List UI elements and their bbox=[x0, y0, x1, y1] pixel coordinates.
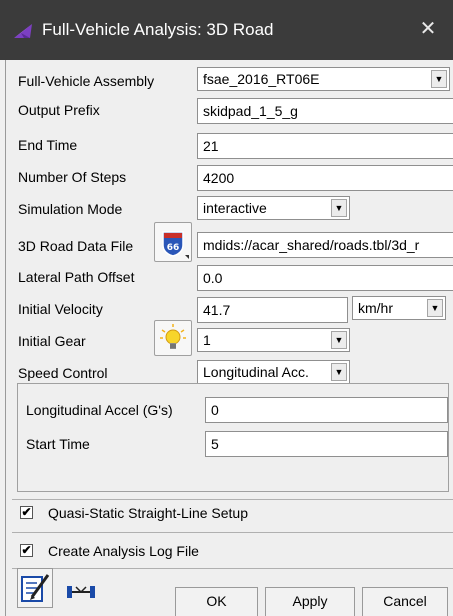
cancel-button[interactable]: Cancel bbox=[362, 587, 448, 616]
chevron-down-icon[interactable]: ▼ bbox=[331, 363, 347, 381]
adams-car-icon bbox=[14, 24, 32, 38]
lightbulb-icon bbox=[160, 324, 186, 349]
output-prefix-field[interactable]: skidpad_1_5_g bbox=[197, 98, 453, 124]
lateral-path-offset-field[interactable]: 0.0 bbox=[197, 265, 453, 291]
end-time-field[interactable]: 21 bbox=[197, 133, 453, 159]
chevron-down-icon[interactable]: ▼ bbox=[331, 199, 347, 217]
vehicle-button[interactable] bbox=[62, 568, 98, 608]
lateral-path-offset-label: Lateral Path Offset bbox=[18, 269, 135, 285]
road-data-file-label: 3D Road Data File bbox=[18, 238, 134, 254]
speed-control-label: Speed Control bbox=[18, 365, 108, 381]
vehicle-icon bbox=[67, 586, 95, 598]
number-of-steps-field[interactable]: 4200 bbox=[197, 165, 453, 191]
initial-velocity-field[interactable]: 41.7 bbox=[197, 297, 348, 323]
apply-button[interactable]: Apply bbox=[265, 587, 355, 616]
quasi-static-checkbox[interactable]: ✔ bbox=[20, 506, 33, 519]
chevron-down-icon[interactable]: ▼ bbox=[331, 331, 347, 349]
speed-control-select[interactable]: Longitudinal Acc. ▼ bbox=[197, 360, 350, 384]
start-time-label: Start Time bbox=[26, 436, 90, 452]
initial-gear-label: Initial Gear bbox=[18, 333, 86, 349]
title-bar: Full-Vehicle Analysis: 3D Road ✕ bbox=[0, 0, 453, 60]
window-title: Full-Vehicle Analysis: 3D Road bbox=[42, 20, 274, 39]
initial-gear-value: 1 bbox=[203, 332, 211, 348]
simulation-mode-label: Simulation Mode bbox=[18, 201, 123, 217]
create-log-checkbox[interactable]: ✔ bbox=[20, 544, 33, 557]
velocity-unit-select[interactable]: km/hr ▼ bbox=[352, 296, 446, 320]
output-prefix-label: Output Prefix bbox=[18, 102, 100, 118]
assembly-select[interactable]: fsae_2016_RT06E ▼ bbox=[197, 67, 450, 91]
road-file-browse-icon: 66 bbox=[162, 231, 189, 259]
quasi-static-label: Quasi-Static Straight-Line Setup bbox=[48, 505, 248, 521]
assembly-label: Full-Vehicle Assembly bbox=[18, 73, 155, 89]
initial-gear-select[interactable]: 1 ▼ bbox=[197, 328, 350, 352]
assembly-value: fsae_2016_RT06E bbox=[203, 71, 320, 87]
initial-velocity-label: Initial Velocity bbox=[18, 301, 103, 317]
longitudinal-accel-field[interactable]: 0 bbox=[205, 397, 448, 423]
longitudinal-accel-label: Longitudinal Accel (G's) bbox=[26, 402, 173, 418]
create-log-label: Create Analysis Log File bbox=[48, 543, 199, 559]
close-icon[interactable]: ✕ bbox=[417, 18, 439, 40]
shield-number: 66 bbox=[167, 243, 180, 253]
edit-form-button[interactable] bbox=[17, 568, 53, 608]
ok-button[interactable]: OK bbox=[175, 587, 258, 616]
speed-control-group: Longitudinal Accel (G's) 0 Start Time 5 bbox=[17, 383, 449, 492]
road-file-browse-button[interactable]: 66 bbox=[154, 222, 192, 262]
divider bbox=[12, 499, 453, 500]
dialog-body: Full-Vehicle Assembly fsae_2016_RT06E ▼ … bbox=[5, 60, 453, 616]
edit-form-icon bbox=[21, 574, 50, 602]
speed-control-value: Longitudinal Acc. bbox=[203, 364, 309, 380]
number-of-steps-label: Number Of Steps bbox=[18, 169, 127, 185]
chevron-down-icon[interactable]: ▼ bbox=[427, 299, 443, 317]
road-data-file-field[interactable]: mdids://acar_shared/roads.tbl/3d_r bbox=[197, 232, 453, 258]
end-time-label: End Time bbox=[18, 137, 78, 153]
simulation-mode-value: interactive bbox=[203, 200, 267, 216]
gear-hint-button[interactable] bbox=[154, 320, 192, 356]
chevron-down-icon[interactable]: ▼ bbox=[431, 70, 447, 88]
start-time-field[interactable]: 5 bbox=[205, 431, 448, 457]
divider bbox=[12, 532, 453, 533]
simulation-mode-select[interactable]: interactive ▼ bbox=[197, 196, 350, 220]
velocity-unit-value: km/hr bbox=[358, 300, 393, 316]
